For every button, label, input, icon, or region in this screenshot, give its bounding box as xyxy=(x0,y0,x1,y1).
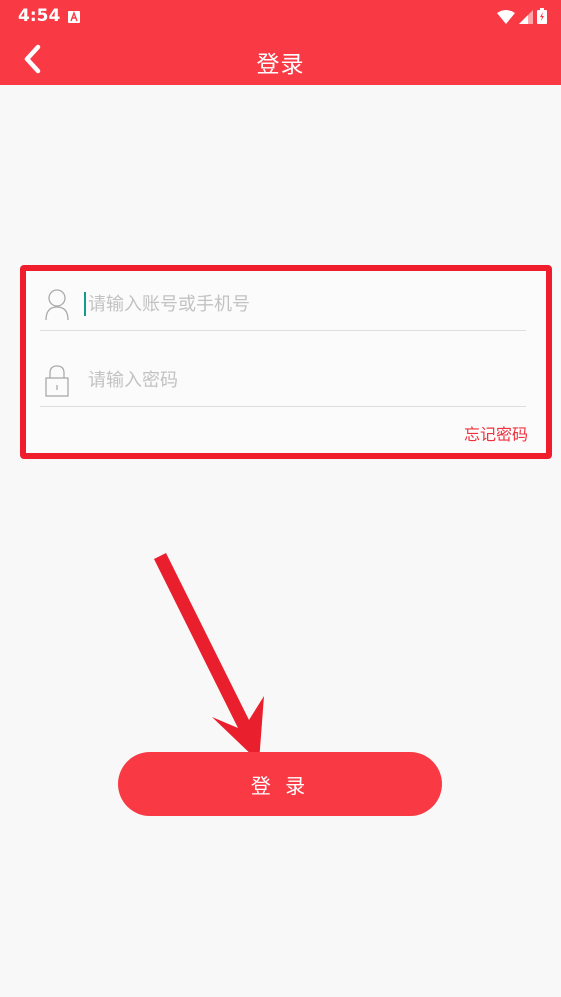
lock-icon xyxy=(44,364,70,398)
password-field xyxy=(40,354,526,407)
battery-icon xyxy=(537,8,547,28)
status-bar: 4:54 xyxy=(0,0,561,32)
wifi-icon xyxy=(497,9,515,28)
user-icon xyxy=(44,288,70,322)
login-button[interactable]: 登 录 xyxy=(118,752,442,816)
status-icons xyxy=(497,8,547,28)
login-form: 忘记密码 xyxy=(20,265,552,459)
username-field xyxy=(40,278,526,331)
app-bar: 登录 xyxy=(0,32,561,85)
forgot-password-link[interactable]: 忘记密码 xyxy=(464,421,528,445)
status-time: 4:54 xyxy=(18,6,61,26)
pointer-arrow-annotation xyxy=(154,553,264,762)
notification-a-icon xyxy=(68,8,80,23)
username-input[interactable] xyxy=(86,286,510,322)
password-input[interactable] xyxy=(86,362,510,398)
page-title: 登录 xyxy=(256,52,305,78)
signal-icon xyxy=(519,9,533,28)
